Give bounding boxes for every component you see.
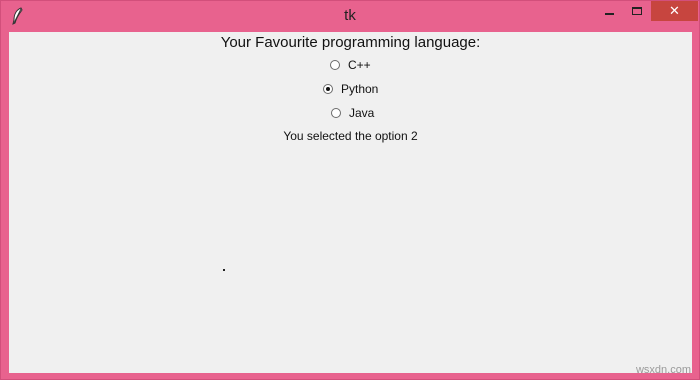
maximize-icon xyxy=(632,7,642,15)
app-window: tk ✕ Your Favourite programming language… xyxy=(0,0,700,380)
radio-option-python[interactable]: Python xyxy=(323,82,378,96)
radio-button[interactable] xyxy=(330,60,340,70)
radio-selected-dot xyxy=(326,87,330,91)
minimize-button[interactable] xyxy=(595,1,623,21)
close-button[interactable]: ✕ xyxy=(651,1,698,21)
radio-label: C++ xyxy=(348,58,371,72)
client-area: Your Favourite programming language: C++… xyxy=(9,32,692,373)
watermark: wsxdn.com xyxy=(635,364,691,376)
selection-status: You selected the option 2 xyxy=(283,129,418,143)
stray-dot xyxy=(223,269,225,271)
question-label: Your Favourite programming language: xyxy=(220,34,481,51)
radio-label: Java xyxy=(349,106,375,120)
close-icon: ✕ xyxy=(669,3,680,19)
radio-button[interactable] xyxy=(331,108,341,118)
minimize-icon xyxy=(604,13,614,15)
title-bar[interactable]: tk ✕ xyxy=(1,1,699,31)
radio-option-java[interactable]: Java xyxy=(331,106,374,120)
radio-button-selected[interactable] xyxy=(323,84,333,94)
radio-option-cpp[interactable]: C++ xyxy=(330,58,371,72)
maximize-button[interactable] xyxy=(623,1,651,21)
radio-label: Python xyxy=(341,82,379,96)
